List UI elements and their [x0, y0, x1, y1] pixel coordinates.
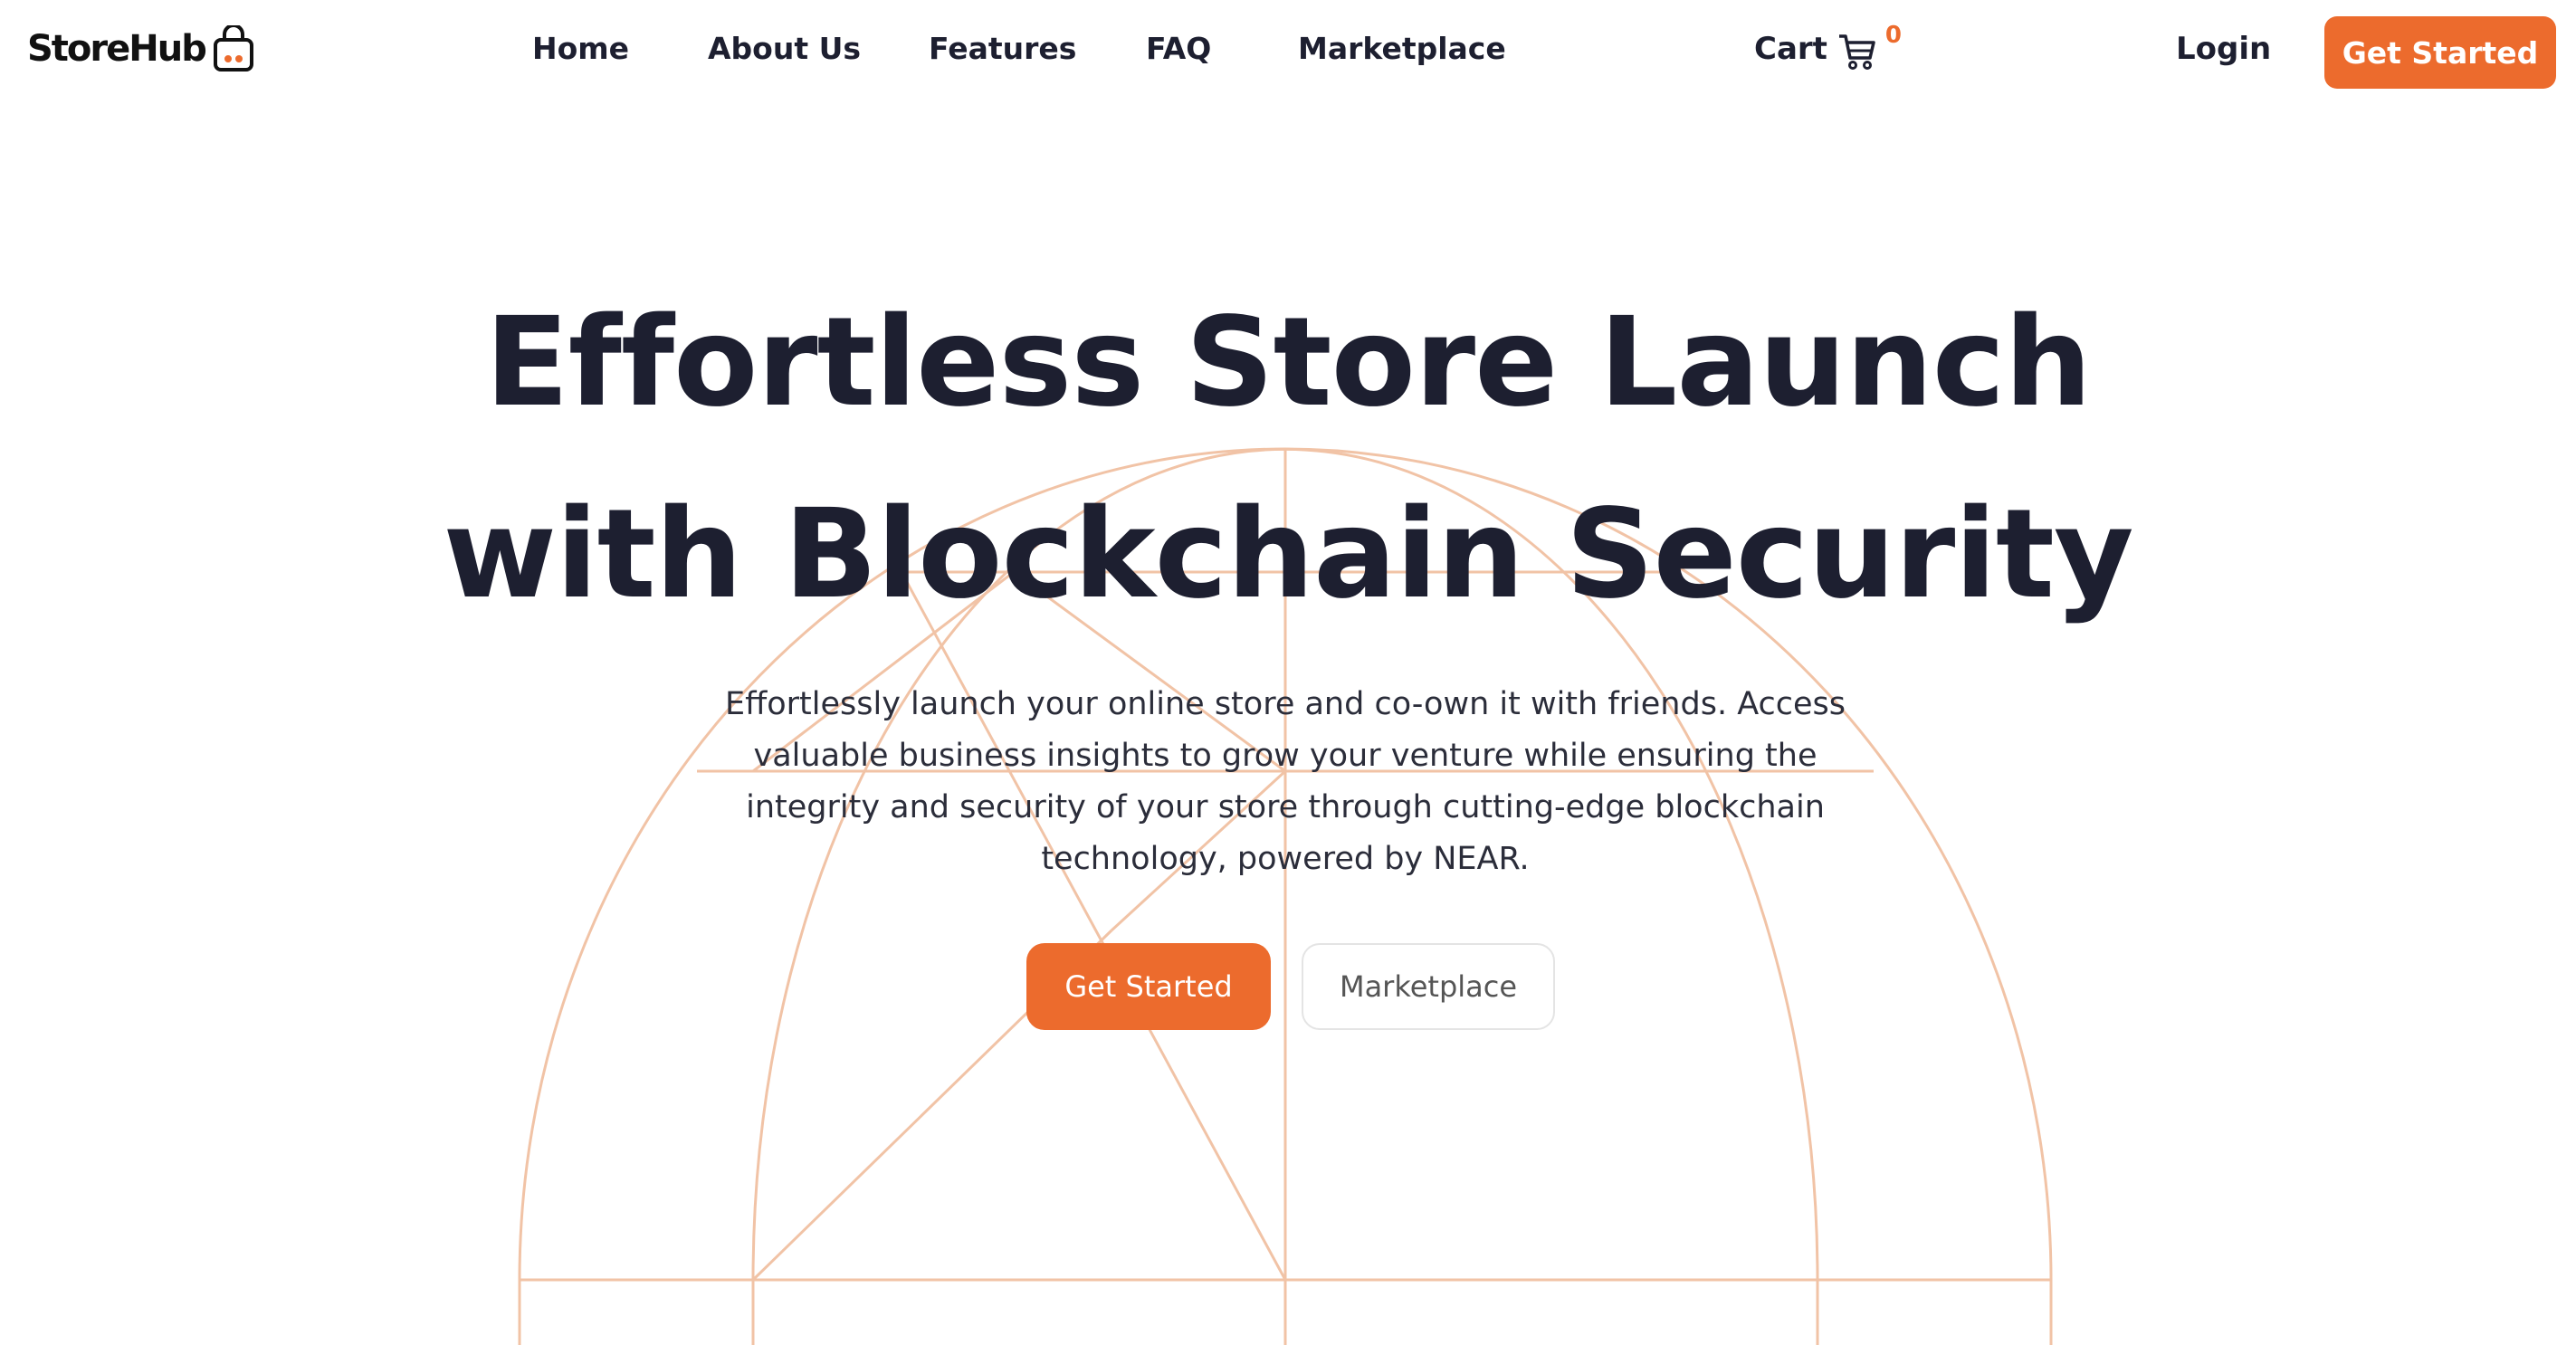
- nav-item-about-us[interactable]: About Us: [708, 31, 861, 66]
- hero-title-line-1: Effortless Store Launch: [484, 291, 2092, 434]
- login-link[interactable]: Login: [2176, 31, 2271, 67]
- nav-item-features[interactable]: Features: [929, 31, 1076, 66]
- hero-title: Effortless Store Launch with Blockchain …: [0, 267, 2576, 651]
- nav-item-home[interactable]: Home: [532, 31, 629, 66]
- get-started-button[interactable]: Get Started: [2324, 16, 2556, 89]
- hero-description: Effortlessly launch your online store an…: [724, 686, 1846, 877]
- shopping-bag-icon: [213, 25, 253, 72]
- hero-title-line-2: with Blockchain Security: [443, 483, 2133, 626]
- hero-marketplace-button[interactable]: Marketplace: [1302, 943, 1555, 1030]
- globe-decoration: [518, 447, 2053, 1345]
- nav-item-faq[interactable]: FAQ: [1146, 31, 1211, 66]
- site-header: StoreHub Home About Us Features FAQ Mark…: [0, 0, 2576, 107]
- cart-link[interactable]: Cart 0: [1754, 22, 1902, 72]
- cart-label: Cart: [1754, 31, 1827, 67]
- nav-item-marketplace[interactable]: Marketplace: [1298, 31, 1506, 66]
- hero-get-started-button[interactable]: Get Started: [1026, 943, 1271, 1030]
- cart-count-badge: 0: [1884, 22, 1903, 49]
- cart-icon: [1838, 34, 1875, 70]
- logo[interactable]: StoreHub: [27, 25, 254, 72]
- logo-text: StoreHub: [27, 28, 207, 70]
